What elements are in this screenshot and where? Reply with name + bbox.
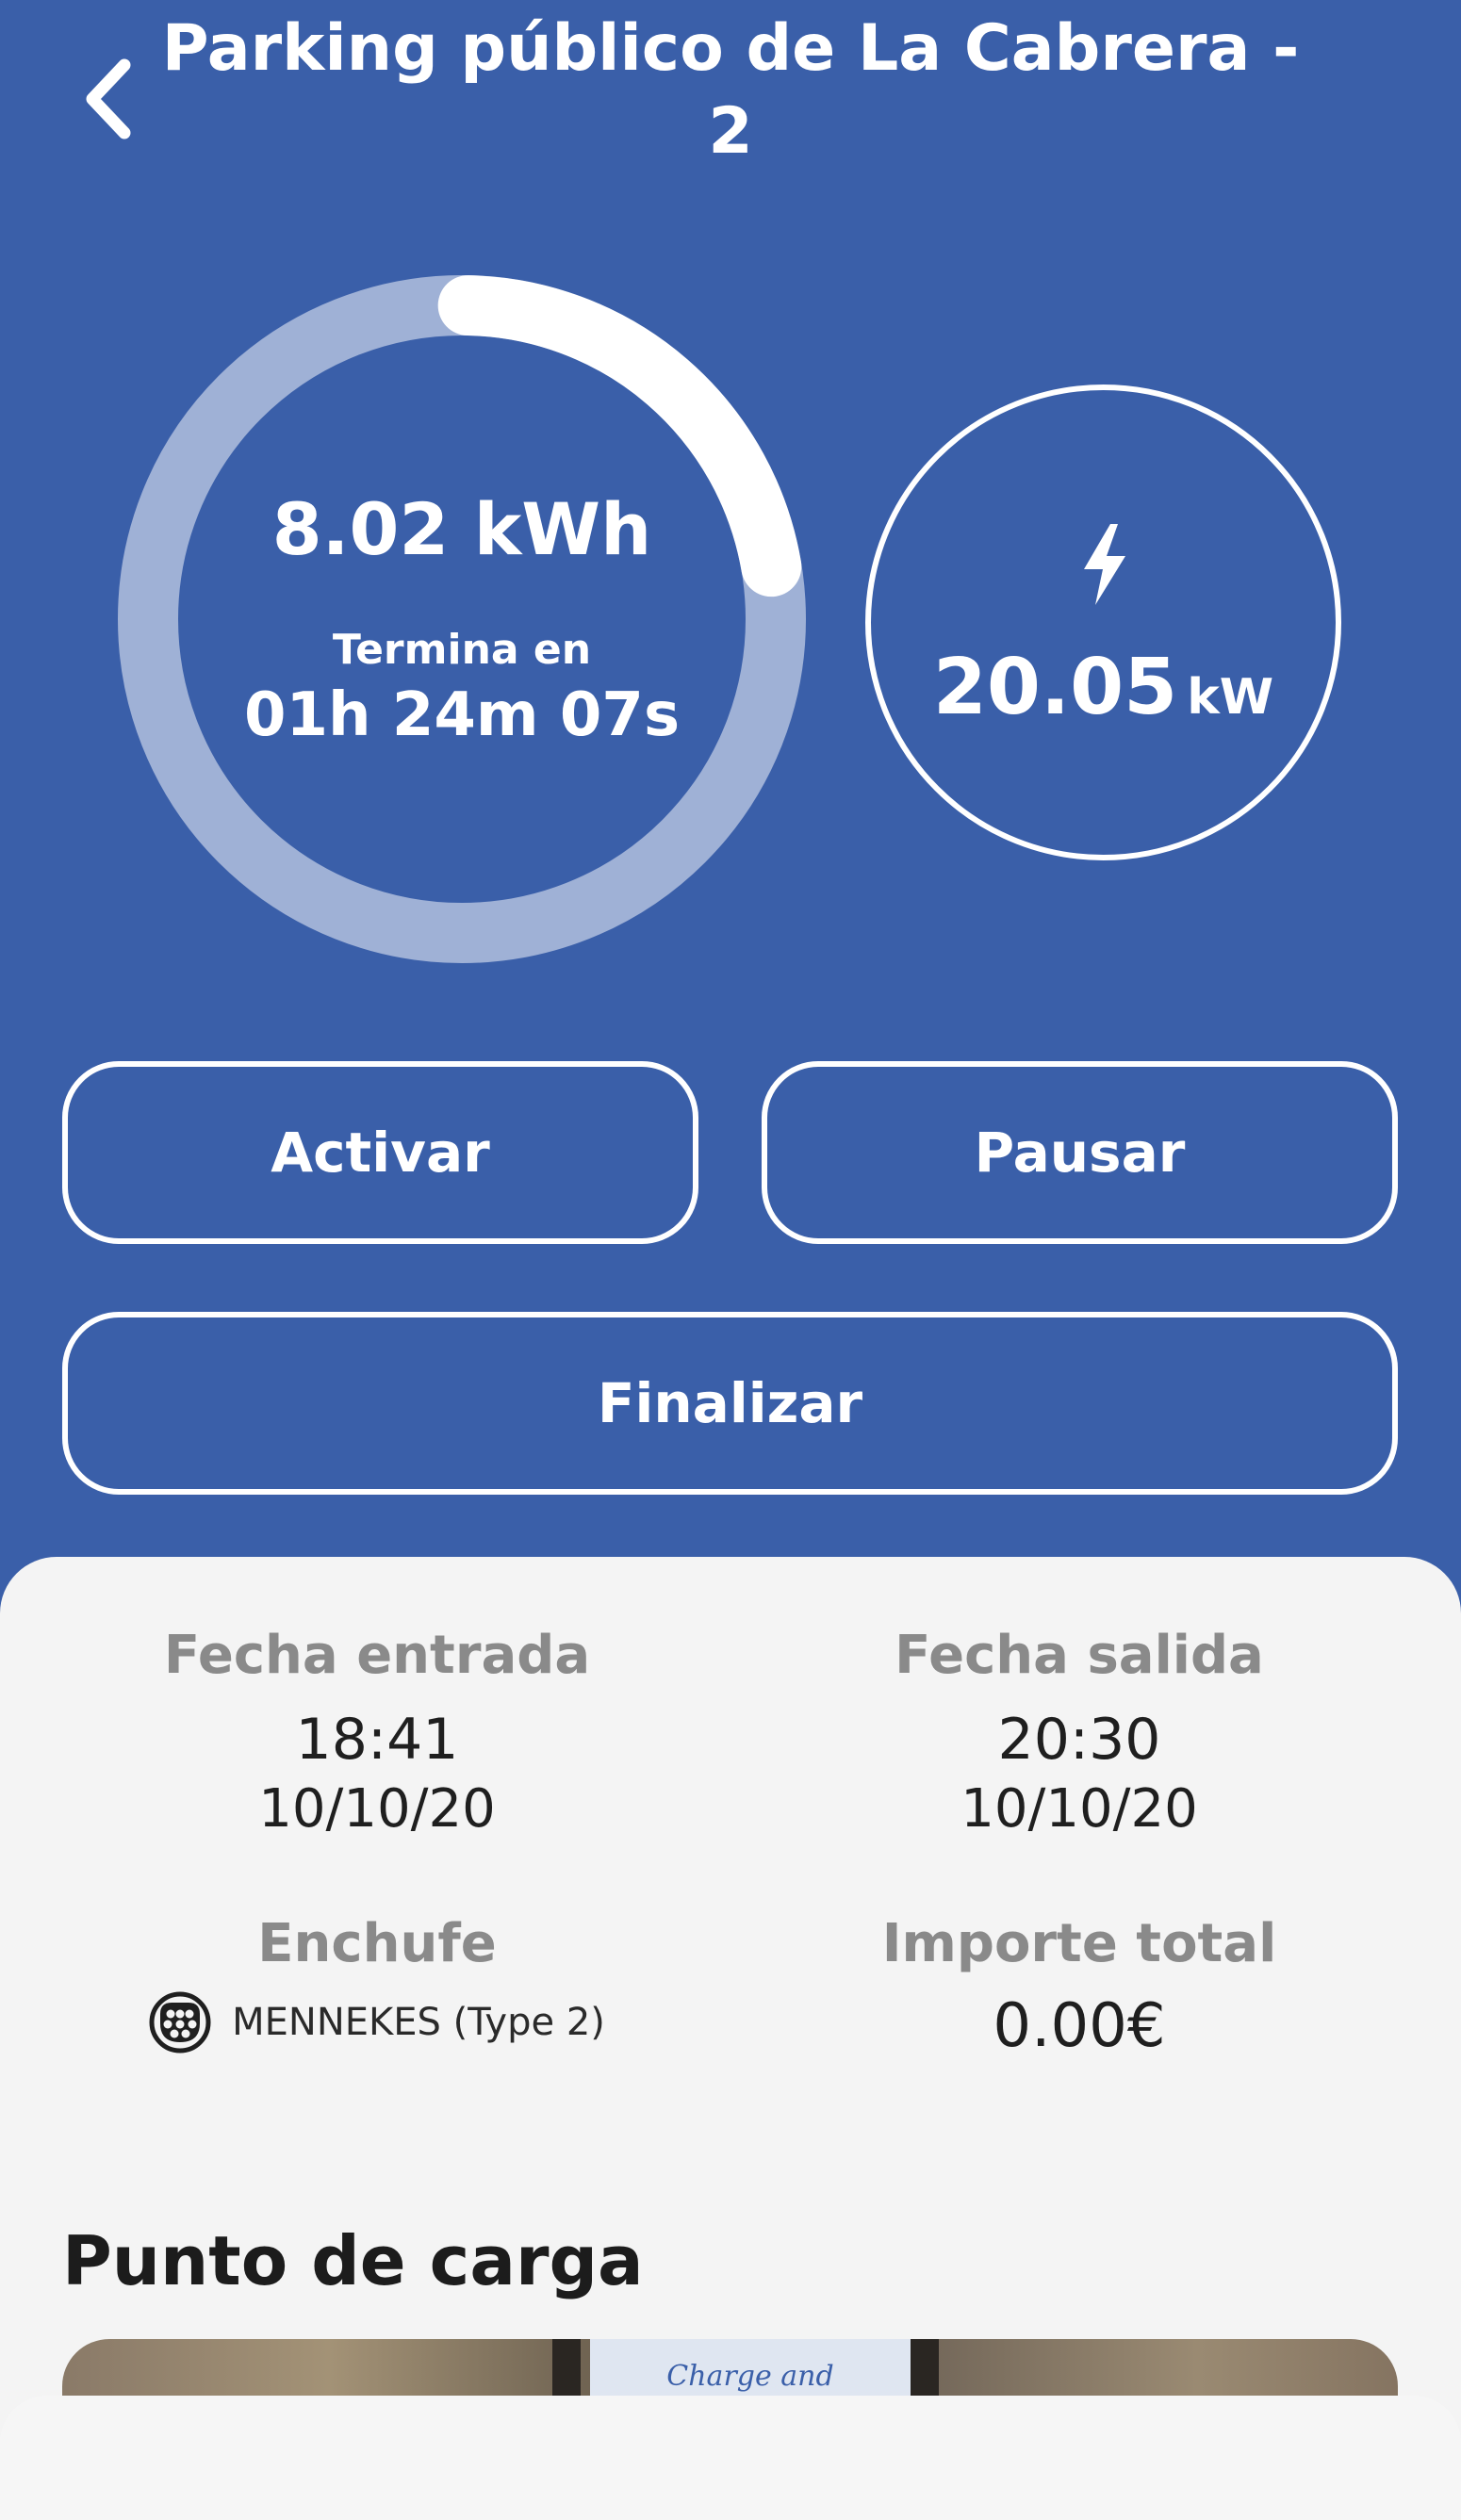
total-amount: 0.00€	[993, 1991, 1166, 2061]
plug-type-row: MENNEKES (Type 2)	[47, 1991, 707, 2054]
page-title-line-2: 2	[708, 94, 753, 169]
power-unit: kW	[1187, 669, 1274, 726]
power-readout: 20.05 kW	[871, 643, 1336, 732]
exit-date-block: Fecha salida 20:30 10/10/20	[749, 1625, 1409, 1840]
power-gauge: 20.05 kW	[865, 385, 1341, 860]
time-remaining: 01h 24m 07s	[243, 680, 681, 750]
charge-point-heading: Punto de carga	[62, 2221, 644, 2300]
progress-ring-graphic	[118, 275, 806, 963]
plug-type: MENNEKES (Type 2)	[232, 2001, 605, 2044]
lightning-bolt-icon	[1084, 524, 1125, 605]
entry-time: 18:41	[295, 1707, 459, 1773]
charging-session-screen: Parking público de La Cabrera - 2 8.02 k…	[0, 0, 1461, 2520]
chevron-left-icon	[86, 58, 131, 139]
pause-button[interactable]: Pausar	[762, 1061, 1398, 1244]
exit-date: 10/10/20	[960, 1778, 1198, 1840]
total-amount-block: Importe total 0.00€	[749, 1913, 1409, 2061]
entry-date: 10/10/20	[258, 1778, 496, 1840]
type2-connector-icon	[149, 1991, 211, 2054]
finish-button[interactable]: Finalizar	[62, 1312, 1398, 1495]
activate-button[interactable]: Activar	[62, 1061, 698, 1244]
ends-in-label: Termina en	[332, 626, 592, 674]
plug-label: Enchufe	[257, 1913, 497, 1974]
entry-date-block: Fecha entrada 18:41 10/10/20	[47, 1625, 707, 1840]
back-button[interactable]	[66, 47, 151, 151]
power-value: 20.05	[932, 643, 1178, 732]
plug-block: Enchufe MENNEKES (Type 2)	[47, 1913, 707, 2054]
total-amount-label: Importe total	[881, 1913, 1277, 1974]
bottom-sheet[interactable]	[0, 2396, 1461, 2520]
energy-delivered: 8.02 kWh	[271, 487, 652, 571]
page-title-line-1: Parking público de La Cabrera -	[161, 11, 1300, 86]
exit-date-label: Fecha salida	[895, 1625, 1264, 1686]
exit-time: 20:30	[997, 1707, 1161, 1773]
page-title: Parking público de La Cabrera - 2	[160, 8, 1301, 173]
session-details-card: Fecha entrada 18:41 10/10/20 Fecha salid…	[0, 1557, 1461, 2520]
entry-date-label: Fecha entrada	[163, 1625, 591, 1686]
energy-progress-ring: 8.02 kWh Termina en 01h 24m 07s	[118, 275, 806, 963]
